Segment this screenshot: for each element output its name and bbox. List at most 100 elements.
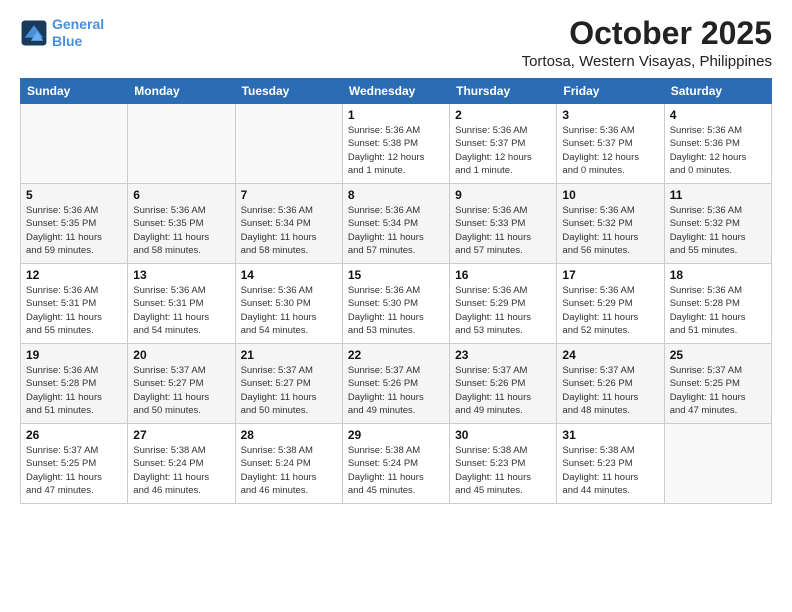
calendar-cell: 28 Sunrise: 5:38 AMSunset: 5:24 PMDayligh…: [235, 424, 342, 504]
day-number: 19: [26, 348, 122, 362]
day-number: 28: [241, 428, 337, 442]
day-number: 8: [348, 188, 444, 202]
calendar-table: SundayMondayTuesdayWednesdayThursdayFrid…: [20, 78, 772, 504]
day-number: 23: [455, 348, 551, 362]
day-info: Sunrise: 5:36 AMSunset: 5:32 PMDaylight:…: [670, 204, 766, 257]
day-number: 2: [455, 108, 551, 122]
calendar-week-5: 26 Sunrise: 5:37 AMSunset: 5:25 PMDayligh…: [21, 424, 772, 504]
day-info: Sunrise: 5:36 AMSunset: 5:32 PMDaylight:…: [562, 204, 658, 257]
calendar-week-1: 1Sunrise: 5:36 AMSunset: 5:38 PMDaylight…: [21, 104, 772, 184]
calendar-header-saturday: Saturday: [664, 79, 771, 104]
day-info: Sunrise: 5:38 AMSunset: 5:23 PMDaylight:…: [455, 444, 551, 497]
day-number: 29: [348, 428, 444, 442]
logo-text: General Blue: [52, 16, 104, 50]
page: General Blue October 2025 Tortosa, Weste…: [0, 0, 792, 612]
day-info: Sunrise: 5:37 AMSunset: 5:27 PMDaylight:…: [241, 364, 337, 417]
day-number: 26: [26, 428, 122, 442]
calendar-cell: 19 Sunrise: 5:36 AMSunset: 5:28 PMDayligh…: [21, 344, 128, 424]
day-info: Sunrise: 5:37 AMSunset: 5:26 PMDaylight:…: [455, 364, 551, 417]
calendar-header-sunday: Sunday: [21, 79, 128, 104]
header: General Blue October 2025 Tortosa, Weste…: [20, 16, 772, 70]
calendar-cell: 9 Sunrise: 5:36 AMSunset: 5:33 PMDaylight…: [450, 184, 557, 264]
day-info: Sunrise: 5:36 AMSunset: 5:28 PMDaylight:…: [670, 284, 766, 337]
calendar-cell: 10 Sunrise: 5:36 AMSunset: 5:32 PMDayligh…: [557, 184, 664, 264]
month-title: October 2025: [522, 16, 772, 51]
day-number: 13: [133, 268, 229, 282]
day-info: Sunrise: 5:38 AMSunset: 5:24 PMDaylight:…: [241, 444, 337, 497]
day-number: 25: [670, 348, 766, 362]
logo-icon: [20, 19, 48, 47]
calendar-cell: 2Sunrise: 5:36 AMSunset: 5:37 PMDaylight…: [450, 104, 557, 184]
day-number: 7: [241, 188, 337, 202]
calendar-cell: 30Sunrise: 5:38 AMSunset: 5:23 PMDayligh…: [450, 424, 557, 504]
calendar-header-friday: Friday: [557, 79, 664, 104]
day-info: Sunrise: 5:36 AMSunset: 5:30 PMDaylight:…: [348, 284, 444, 337]
day-info: Sunrise: 5:36 AMSunset: 5:29 PMDaylight:…: [455, 284, 551, 337]
day-number: 24: [562, 348, 658, 362]
calendar-cell: 15Sunrise: 5:36 AMSunset: 5:30 PMDayligh…: [342, 264, 449, 344]
day-info: Sunrise: 5:36 AMSunset: 5:33 PMDaylight:…: [455, 204, 551, 257]
calendar-cell: 20Sunrise: 5:37 AMSunset: 5:27 PMDayligh…: [128, 344, 235, 424]
day-number: 21: [241, 348, 337, 362]
calendar-cell: 16Sunrise: 5:36 AMSunset: 5:29 PMDayligh…: [450, 264, 557, 344]
day-number: 12: [26, 268, 122, 282]
day-number: 3: [562, 108, 658, 122]
calendar-header-monday: Monday: [128, 79, 235, 104]
calendar-cell: 23 Sunrise: 5:37 AMSunset: 5:26 PMDayligh…: [450, 344, 557, 424]
calendar-cell: 14 Sunrise: 5:36 AMSunset: 5:30 PMDayligh…: [235, 264, 342, 344]
calendar-cell: 27Sunrise: 5:38 AMSunset: 5:24 PMDayligh…: [128, 424, 235, 504]
day-info: Sunrise: 5:38 AMSunset: 5:23 PMDaylight:…: [562, 444, 658, 497]
day-info: Sunrise: 5:36 AMSunset: 5:29 PMDaylight:…: [562, 284, 658, 337]
calendar-cell: 17 Sunrise: 5:36 AMSunset: 5:29 PMDayligh…: [557, 264, 664, 344]
day-number: 11: [670, 188, 766, 202]
calendar-cell: 3 Sunrise: 5:36 AMSunset: 5:37 PMDaylight…: [557, 104, 664, 184]
day-info: Sunrise: 5:37 AMSunset: 5:26 PMDaylight:…: [562, 364, 658, 417]
day-number: 4: [670, 108, 766, 122]
calendar-cell: 31 Sunrise: 5:38 AMSunset: 5:23 PMDayligh…: [557, 424, 664, 504]
calendar-header-tuesday: Tuesday: [235, 79, 342, 104]
calendar-cell: [21, 104, 128, 184]
calendar-week-4: 19 Sunrise: 5:36 AMSunset: 5:28 PMDayligh…: [21, 344, 772, 424]
day-info: Sunrise: 5:36 AMSunset: 5:34 PMDaylight:…: [348, 204, 444, 257]
day-info: Sunrise: 5:36 AMSunset: 5:35 PMDaylight:…: [133, 204, 229, 257]
day-number: 6: [133, 188, 229, 202]
calendar-header-thursday: Thursday: [450, 79, 557, 104]
day-number: 31: [562, 428, 658, 442]
calendar-cell: 11 Sunrise: 5:36 AMSunset: 5:32 PMDayligh…: [664, 184, 771, 264]
day-info: Sunrise: 5:36 AMSunset: 5:28 PMDaylight:…: [26, 364, 122, 417]
day-number: 17: [562, 268, 658, 282]
day-number: 22: [348, 348, 444, 362]
calendar-cell: 21 Sunrise: 5:37 AMSunset: 5:27 PMDayligh…: [235, 344, 342, 424]
day-number: 5: [26, 188, 122, 202]
day-info: Sunrise: 5:37 AMSunset: 5:27 PMDaylight:…: [133, 364, 229, 417]
day-info: Sunrise: 5:36 AMSunset: 5:30 PMDaylight:…: [241, 284, 337, 337]
day-number: 18: [670, 268, 766, 282]
day-number: 10: [562, 188, 658, 202]
day-info: Sunrise: 5:38 AMSunset: 5:24 PMDaylight:…: [133, 444, 229, 497]
logo: General Blue: [20, 16, 104, 50]
calendar-cell: 18 Sunrise: 5:36 AMSunset: 5:28 PMDayligh…: [664, 264, 771, 344]
calendar-cell: 8 Sunrise: 5:36 AMSunset: 5:34 PMDaylight…: [342, 184, 449, 264]
calendar-header-row: SundayMondayTuesdayWednesdayThursdayFrid…: [21, 79, 772, 104]
day-info: Sunrise: 5:38 AMSunset: 5:24 PMDaylight:…: [348, 444, 444, 497]
calendar-cell: 1Sunrise: 5:36 AMSunset: 5:38 PMDaylight…: [342, 104, 449, 184]
calendar-cell: 25Sunrise: 5:37 AMSunset: 5:25 PMDayligh…: [664, 344, 771, 424]
day-info: Sunrise: 5:36 AMSunset: 5:35 PMDaylight:…: [26, 204, 122, 257]
calendar-week-3: 12 Sunrise: 5:36 AMSunset: 5:31 PMDayligh…: [21, 264, 772, 344]
day-info: Sunrise: 5:36 AMSunset: 5:31 PMDaylight:…: [26, 284, 122, 337]
calendar-cell: 5 Sunrise: 5:36 AMSunset: 5:35 PMDaylight…: [21, 184, 128, 264]
calendar-cell: 7Sunrise: 5:36 AMSunset: 5:34 PMDaylight…: [235, 184, 342, 264]
day-number: 14: [241, 268, 337, 282]
day-info: Sunrise: 5:36 AMSunset: 5:37 PMDaylight:…: [562, 124, 658, 177]
day-info: Sunrise: 5:36 AMSunset: 5:38 PMDaylight:…: [348, 124, 444, 177]
title-block: October 2025 Tortosa, Western Visayas, P…: [522, 16, 772, 70]
calendar-cell: 6 Sunrise: 5:36 AMSunset: 5:35 PMDaylight…: [128, 184, 235, 264]
calendar-cell: [235, 104, 342, 184]
day-info: Sunrise: 5:37 AMSunset: 5:25 PMDaylight:…: [26, 444, 122, 497]
day-number: 9: [455, 188, 551, 202]
day-info: Sunrise: 5:36 AMSunset: 5:31 PMDaylight:…: [133, 284, 229, 337]
day-info: Sunrise: 5:36 AMSunset: 5:36 PMDaylight:…: [670, 124, 766, 177]
calendar-week-2: 5 Sunrise: 5:36 AMSunset: 5:35 PMDaylight…: [21, 184, 772, 264]
calendar-cell: 29 Sunrise: 5:38 AMSunset: 5:24 PMDayligh…: [342, 424, 449, 504]
calendar-cell: [128, 104, 235, 184]
